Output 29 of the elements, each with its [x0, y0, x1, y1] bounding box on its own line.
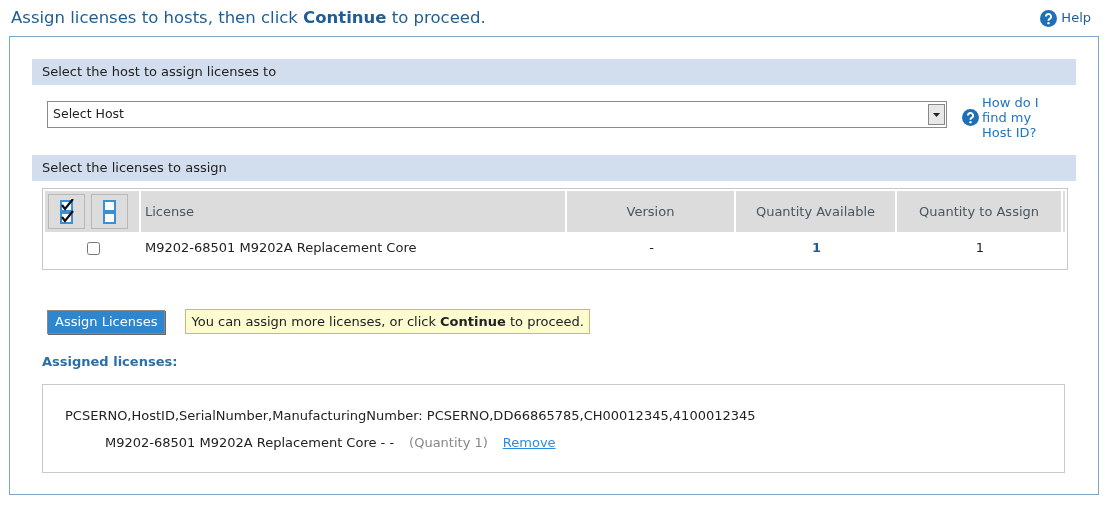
assigned-licenses-title: Assigned licenses:	[42, 353, 179, 371]
column-header: Version	[567, 191, 736, 232]
help-icon	[1040, 9, 1058, 27]
table-cell-text: 1	[974, 239, 986, 258]
table-cell-text: M9202-68501 M9202A Replacement Core	[144, 239, 418, 258]
page-title: Assign licenses to hosts, then click Continue to proceed.	[11, 6, 486, 29]
column-header: License	[141, 191, 567, 232]
assign-licenses-button[interactable]: Assign Licenses	[47, 309, 166, 334]
section-header: Select the host to assign licenses to	[32, 59, 1076, 85]
assigned-license: M9202-68501 M9202A Replacement Core - -	[105, 434, 395, 452]
host-select[interactable]: Select Host	[47, 101, 947, 128]
select-all-button[interactable]	[48, 194, 85, 229]
remove-link[interactable]: Remove	[502, 433, 556, 453]
row-checkbox[interactable]	[86, 241, 100, 255]
table-cell-text: 1	[810, 239, 822, 258]
empty-boxes-icon	[101, 198, 118, 225]
dropdown-icon	[928, 104, 945, 125]
host-id-help-link[interactable]: How do I find my Host ID?	[982, 95, 1052, 140]
help-link[interactable]: Help	[1040, 8, 1091, 28]
section-header: Select the licenses to assign	[32, 155, 1076, 181]
notice-message: You can assign more licenses, or click Continue to proceed.	[185, 309, 590, 334]
table-cell-text: -	[648, 239, 655, 258]
checked-boxes-icon	[58, 198, 75, 225]
host-info: PCSERNO,HostID,SerialNumber,ManufacturingNumber: PCSERNO,DD66865785,CH00012345,4100012345	[65, 406, 757, 425]
column-header: Quantity to Assign	[897, 191, 1063, 232]
help-icon	[962, 109, 979, 126]
deselect-all-button[interactable]	[91, 194, 128, 229]
column-header: Quantity Available	[736, 191, 897, 232]
quantity-label: (Quantity 1)	[409, 434, 488, 452]
